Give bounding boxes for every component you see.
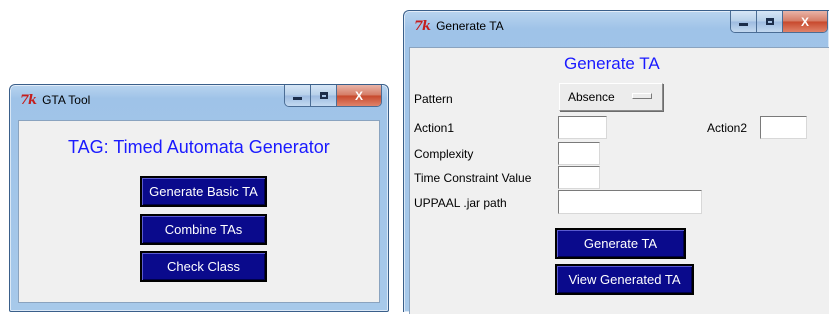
combine-tas-button[interactable]: Combine TAs [140,214,267,245]
gta-tool-titlebar[interactable]: 7k GTA Tool X [10,85,388,115]
maximize-button[interactable] [757,11,783,32]
minimize-icon [293,97,302,100]
tk-icon: 7k [414,18,431,34]
generate-basic-ta-button[interactable]: Generate Basic TA [140,176,267,207]
action1-label: Action1 [414,121,455,135]
close-icon: X [354,88,363,103]
minimize-button[interactable] [285,85,311,106]
close-button[interactable]: X [783,11,827,32]
dropdown-indicator-icon [632,93,652,99]
minimize-button[interactable] [731,11,757,32]
pattern-menubutton[interactable]: Absence [559,83,663,111]
action1-field[interactable] [558,116,607,139]
maximize-icon [765,18,774,25]
generate-ta-client: Generate TA Pattern Absence Action1 Acti… [409,47,829,314]
time-constraint-field[interactable] [558,166,600,189]
maximize-icon [319,92,328,99]
complexity-label: Complexity [414,147,474,161]
maximize-button[interactable] [311,85,337,106]
close-icon: X [800,14,809,29]
window-title: GTA Tool [42,93,91,107]
minimize-icon [739,23,748,26]
close-button[interactable]: X [337,85,381,106]
gta-tool-window: 7k GTA Tool X TAG: Timed Automata Genera… [9,84,389,312]
uppaal-path-field[interactable] [558,190,702,214]
view-generated-ta-button[interactable]: View Generated TA [555,264,694,295]
uppaal-path-label: UPPAAL .jar path [414,196,507,210]
generate-ta-button[interactable]: Generate TA [555,228,686,259]
pattern-value: Absence [568,90,615,104]
pattern-label: Pattern [414,92,453,106]
window-controls: X [284,85,382,107]
gta-tool-client: TAG: Timed Automata Generator Generate B… [18,120,380,303]
generate-ta-window: 7k Generate TA X Generate TA Pattern Abs… [403,10,829,314]
window-title: Generate TA [436,19,504,33]
generate-ta-titlebar[interactable]: 7k Generate TA X [404,11,829,41]
action2-label: Action2 [707,121,748,135]
window-controls: X [730,11,828,33]
complexity-field[interactable] [558,142,600,165]
tk-icon: 7k [20,92,37,108]
page-title: Generate TA [564,54,660,73]
page-title: TAG: Timed Automata Generator [68,137,330,157]
action2-field[interactable] [760,116,807,139]
check-class-button[interactable]: Check Class [140,251,267,282]
time-constraint-label: Time Constraint Value [414,171,532,185]
